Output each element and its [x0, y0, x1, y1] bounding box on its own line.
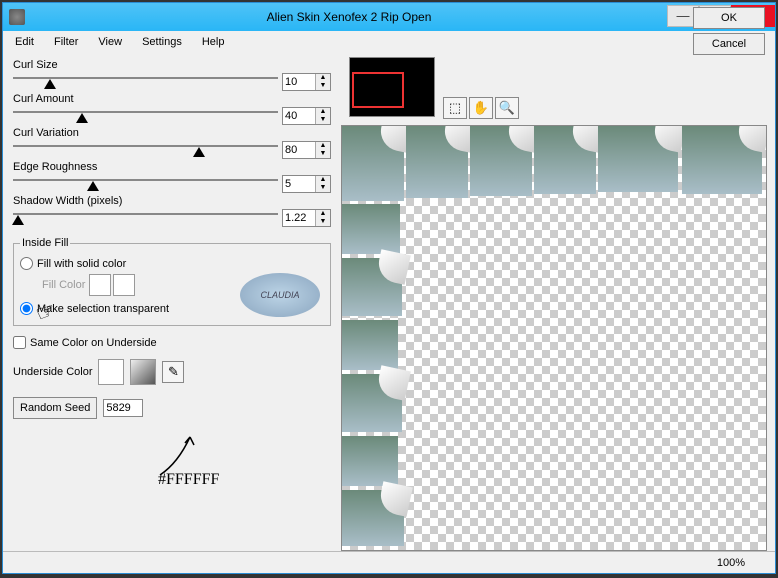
zoom-tool-button[interactable]: 🔍 — [495, 97, 519, 119]
curl-amount-input[interactable] — [283, 110, 315, 122]
random-seed-input[interactable] — [103, 399, 143, 417]
titlebar: Alien Skin Xenofex 2 Rip Open — ☐ ✕ — [3, 3, 775, 31]
curl-variation-down[interactable]: ▼ — [316, 150, 330, 158]
plugin-window: Alien Skin Xenofex 2 Rip Open — ☐ ✕ Edit… — [2, 2, 776, 574]
shadow-width-up[interactable]: ▲ — [316, 210, 330, 218]
curl-size-slider[interactable] — [13, 75, 278, 89]
edge-roughness-input[interactable] — [283, 178, 315, 190]
curl-amount-slider[interactable] — [13, 109, 278, 123]
underside-gradient-swatch[interactable] — [130, 359, 156, 385]
fill-color-label: Fill Color — [42, 279, 85, 291]
random-seed-button[interactable]: Random Seed — [13, 397, 97, 419]
menu-filter[interactable]: Filter — [46, 34, 86, 50]
edge-roughness-down[interactable]: ▼ — [316, 184, 330, 192]
curl-variation-input[interactable] — [283, 144, 315, 156]
controls-panel: Curl Size ▲▼ Curl Amount ▲▼ Curl Variati… — [3, 53, 341, 551]
menu-settings[interactable]: Settings — [134, 34, 190, 50]
edge-roughness-label: Edge Roughness — [13, 161, 331, 173]
menu-edit[interactable]: Edit — [7, 34, 42, 50]
curl-amount-label: Curl Amount — [13, 93, 331, 105]
effect-preview[interactable] — [341, 125, 767, 551]
curl-size-input[interactable] — [283, 76, 315, 88]
hand-tool-button[interactable]: ✋ — [469, 97, 493, 119]
magnifier-icon: 🔍 — [499, 100, 515, 116]
curl-size-label: Curl Size — [13, 59, 331, 71]
move-tool-button[interactable]: ⬚ — [443, 97, 467, 119]
inside-fill-legend: Inside Fill — [20, 237, 70, 249]
curl-variation-slider[interactable] — [13, 143, 278, 157]
eyedropper-icon: ✎ — [168, 364, 179, 380]
shadow-width-down[interactable]: ▼ — [316, 218, 330, 226]
curl-size-up[interactable]: ▲ — [316, 74, 330, 82]
menubar: Edit Filter View Settings Help — [3, 31, 775, 53]
shadow-width-input[interactable] — [283, 212, 315, 224]
shadow-width-label: Shadow Width (pixels) — [13, 195, 331, 207]
underside-color-swatch[interactable] — [98, 359, 124, 385]
preview-panel: ⬚ ✋ 🔍 — [341, 53, 775, 551]
underside-color-label: Underside Color — [13, 366, 92, 378]
app-icon — [9, 9, 25, 25]
same-color-label: Same Color on Underside — [30, 337, 157, 349]
menu-help[interactable]: Help — [194, 34, 233, 50]
curl-size-down[interactable]: ▼ — [316, 82, 330, 90]
ok-button[interactable]: OK — [693, 7, 765, 29]
claudia-logo-icon: CLAUDIA — [240, 273, 320, 317]
move-icon: ⬚ — [449, 100, 461, 116]
navigator-thumbnail[interactable] — [349, 57, 435, 117]
annotation-hex-text: #FFFFFF — [158, 471, 219, 489]
navigator-viewport-box[interactable] — [352, 72, 404, 108]
same-color-checkbox[interactable] — [13, 336, 26, 349]
statusbar: 100% — [3, 551, 775, 573]
shadow-width-slider[interactable] — [13, 211, 278, 225]
curl-amount-down[interactable]: ▼ — [316, 116, 330, 124]
cancel-button[interactable]: Cancel — [693, 33, 765, 55]
curl-variation-up[interactable]: ▲ — [316, 142, 330, 150]
zoom-level: 100% — [717, 557, 745, 569]
fill-solid-label: Fill with solid color — [37, 258, 126, 270]
curl-amount-up[interactable]: ▲ — [316, 108, 330, 116]
edge-roughness-up[interactable]: ▲ — [316, 176, 330, 184]
curl-variation-label: Curl Variation — [13, 127, 331, 139]
edge-roughness-slider[interactable] — [13, 177, 278, 191]
window-title: Alien Skin Xenofex 2 Rip Open — [31, 10, 667, 24]
menu-view[interactable]: View — [90, 34, 130, 50]
fill-color-swatch[interactable] — [89, 274, 111, 296]
inside-fill-group: Inside Fill Fill with solid color Fill C… — [13, 237, 331, 326]
fill-color-swatch-secondary[interactable] — [113, 274, 135, 296]
fill-solid-radio[interactable] — [20, 257, 33, 270]
eyedropper-button[interactable]: ✎ — [162, 361, 184, 383]
fill-transparent-radio[interactable] — [20, 302, 33, 315]
hand-icon: ✋ — [473, 100, 489, 116]
